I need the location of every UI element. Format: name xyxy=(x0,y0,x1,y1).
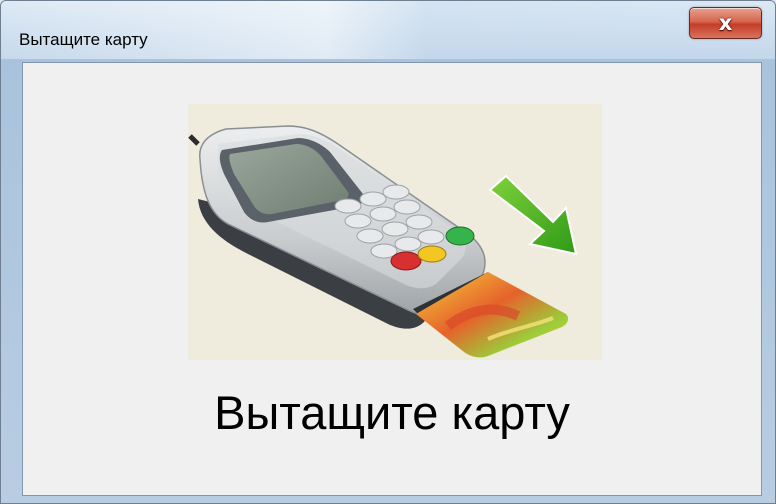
card-terminal-icon xyxy=(188,125,578,358)
window-title: Вытащите карту xyxy=(19,30,148,49)
remove-card-message: Вытащите карту xyxy=(214,386,570,439)
dialog-window: Вытащите карту x Вытащите карту xyxy=(0,0,776,504)
card-terminal-illustration xyxy=(188,104,602,360)
arrow-down-right-icon xyxy=(488,174,578,256)
close-icon: x xyxy=(718,10,733,35)
dialog-content: Вытащите карту xyxy=(22,62,762,496)
title-bar[interactable]: Вытащите карту x xyxy=(1,1,775,59)
close-button[interactable]: x xyxy=(689,7,762,39)
